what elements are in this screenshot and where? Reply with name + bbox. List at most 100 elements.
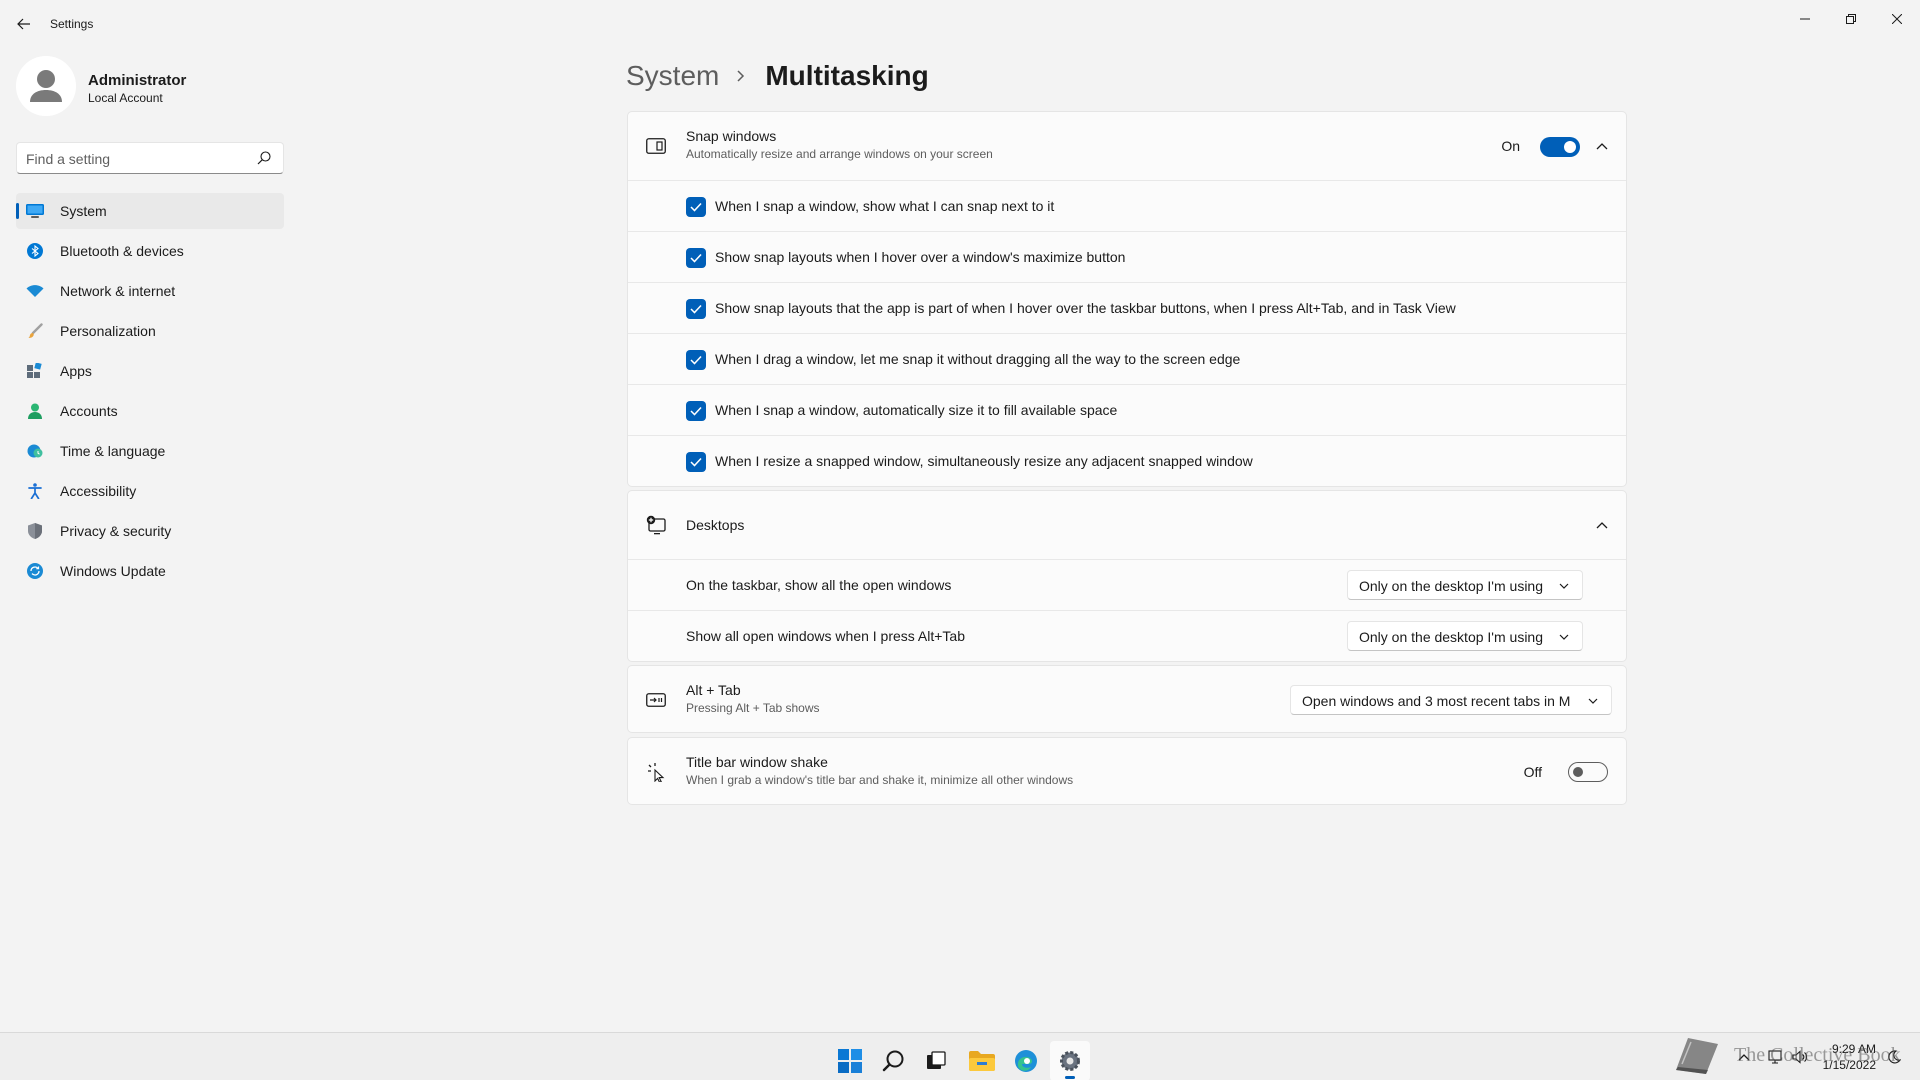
sidebar-item-label: Privacy & security — [60, 523, 172, 539]
alt-tab-title: Alt + Tab — [686, 682, 741, 698]
shake-toggle-state: Off — [1523, 764, 1542, 780]
alttab-desktop-dropdown[interactable]: Only on the desktop I'm using — [1347, 621, 1583, 651]
checkmark-icon — [690, 202, 702, 212]
collapse-button[interactable] — [1590, 134, 1614, 158]
snap-option-row: When I snap a window, automatically size… — [628, 384, 1626, 435]
sidebar-item-label: Accessibility — [60, 483, 137, 499]
sidebar-item-label: Apps — [60, 363, 92, 379]
dropdown-value: Only on the desktop I'm using — [1359, 578, 1543, 594]
sidebar-item-bluetooth[interactable]: Bluetooth & devices — [16, 233, 284, 269]
back-arrow-icon — [17, 18, 30, 30]
window-shake-toggle[interactable] — [1568, 762, 1608, 782]
dropdown-value: Open windows and 3 most recent tabs in M — [1302, 693, 1571, 709]
sidebar-item-label: Windows Update — [60, 563, 166, 579]
profile-name: Administrator — [88, 72, 187, 89]
close-button[interactable] — [1874, 4, 1920, 34]
sidebar-item-label: Bluetooth & devices — [60, 243, 184, 259]
start-button[interactable] — [830, 1041, 870, 1080]
app-title: Settings — [50, 17, 94, 31]
search-icon[interactable] — [257, 151, 273, 167]
accessibility-icon — [26, 482, 44, 500]
snap-windows-toggle[interactable] — [1540, 137, 1580, 157]
chevron-up-icon — [1596, 143, 1608, 150]
minimize-icon — [1800, 18, 1810, 20]
alt-tab-header: Alt + Tab Pressing Alt + Tab shows Open … — [628, 666, 1626, 734]
sidebar-item-personalization[interactable]: Personalization — [16, 313, 284, 349]
snap-option-checkbox[interactable] — [686, 401, 706, 421]
checkmark-icon — [690, 457, 702, 467]
snap-option-checkbox[interactable] — [686, 299, 706, 319]
desktops-header[interactable]: Desktops — [628, 491, 1626, 559]
alt-tab-dropdown[interactable]: Open windows and 3 most recent tabs in M — [1290, 685, 1612, 715]
sidebar-item-windows-update[interactable]: Windows Update — [16, 553, 284, 589]
desktops-card: Desktops On the taskbar, show all the op… — [627, 490, 1627, 662]
minimize-button[interactable] — [1782, 4, 1828, 34]
shield-icon — [26, 522, 44, 540]
bluetooth-icon — [26, 242, 44, 260]
chevron-down-icon — [1558, 580, 1570, 592]
snap-option-checkbox[interactable] — [686, 197, 706, 217]
edge-browser-button[interactable] — [1006, 1041, 1046, 1080]
taskbar-windows-dropdown[interactable]: Only on the desktop I'm using — [1347, 570, 1583, 600]
window-shake-title: Title bar window shake — [686, 754, 828, 770]
virtual-desktop-icon — [646, 515, 666, 535]
snap-option-checkbox[interactable] — [686, 350, 706, 370]
snap-option-label: When I drag a window, let me snap it wit… — [715, 351, 1241, 367]
sidebar-item-label: System — [60, 203, 107, 219]
page-title: Multitasking — [765, 60, 929, 91]
snap-option-row: Show snap layouts when I hover over a wi… — [628, 231, 1626, 282]
close-icon — [1892, 14, 1902, 24]
chevron-up-icon — [1596, 522, 1608, 529]
snap-option-row: When I drag a window, let me snap it wit… — [628, 333, 1626, 384]
snap-option-checkbox[interactable] — [686, 452, 706, 472]
sidebar-item-network[interactable]: Network & internet — [16, 273, 284, 309]
file-explorer-button[interactable] — [962, 1041, 1002, 1080]
breadcrumb-parent[interactable]: System — [626, 60, 719, 92]
windows-logo-icon — [838, 1049, 862, 1073]
sidebar-item-accessibility[interactable]: Accessibility — [16, 473, 284, 509]
desktops-alttab-row: Show all open windows when I press Alt+T… — [628, 610, 1626, 661]
system-icon — [26, 202, 44, 220]
desktops-title: Desktops — [686, 517, 745, 533]
sidebar-item-apps[interactable]: Apps — [16, 353, 284, 389]
chevron-right-icon — [735, 69, 749, 83]
chevron-down-icon — [1558, 631, 1570, 643]
checkmark-icon — [690, 253, 702, 263]
settings-app-button[interactable] — [1050, 1041, 1090, 1080]
search-input[interactable] — [26, 149, 246, 169]
checkmark-icon — [690, 355, 702, 365]
watermark: The Collective Book — [1668, 1026, 1908, 1080]
window-shake-icon — [646, 762, 666, 782]
task-view-button[interactable] — [916, 1041, 956, 1080]
user-profile[interactable]: Administrator Local Account — [16, 56, 286, 116]
search-box[interactable] — [16, 142, 284, 174]
toggle-knob — [1564, 141, 1576, 153]
globe-clock-icon — [26, 442, 44, 460]
snap-option-checkbox[interactable] — [686, 248, 706, 268]
update-icon — [26, 562, 44, 580]
back-button[interactable] — [12, 12, 36, 36]
window-shake-card: Title bar window shake When I grab a win… — [627, 737, 1627, 805]
sidebar-item-time-language[interactable]: Time & language — [16, 433, 284, 469]
edge-icon — [1015, 1050, 1037, 1072]
checkmark-icon — [690, 304, 702, 314]
sidebar-item-system[interactable]: System — [16, 193, 284, 229]
active-app-indicator — [1065, 1076, 1075, 1079]
sidebar-item-accounts[interactable]: Accounts — [16, 393, 284, 429]
checkmark-icon — [690, 406, 702, 416]
taskbar: 9:29 AM 1/15/2022 — [0, 1032, 1920, 1080]
gear-icon — [1060, 1051, 1080, 1071]
collapse-button[interactable] — [1590, 513, 1614, 537]
watermark-text: The Collective Book — [1734, 1044, 1901, 1066]
sidebar-nav: System Bluetooth & devices Network & int… — [16, 193, 284, 593]
apps-icon — [26, 362, 44, 380]
taskbar-search-button[interactable] — [874, 1041, 914, 1080]
snap-layout-icon — [646, 136, 666, 156]
wifi-icon — [26, 282, 44, 300]
sidebar-item-privacy[interactable]: Privacy & security — [16, 513, 284, 549]
person-icon — [26, 402, 44, 420]
snap-option-label: When I snap a window, show what I can sn… — [715, 198, 1055, 214]
desktops-taskbar-row: On the taskbar, show all the open window… — [628, 559, 1626, 610]
snap-windows-header[interactable]: Snap windows Automatically resize and ar… — [628, 112, 1626, 180]
restore-button[interactable] — [1828, 4, 1874, 34]
